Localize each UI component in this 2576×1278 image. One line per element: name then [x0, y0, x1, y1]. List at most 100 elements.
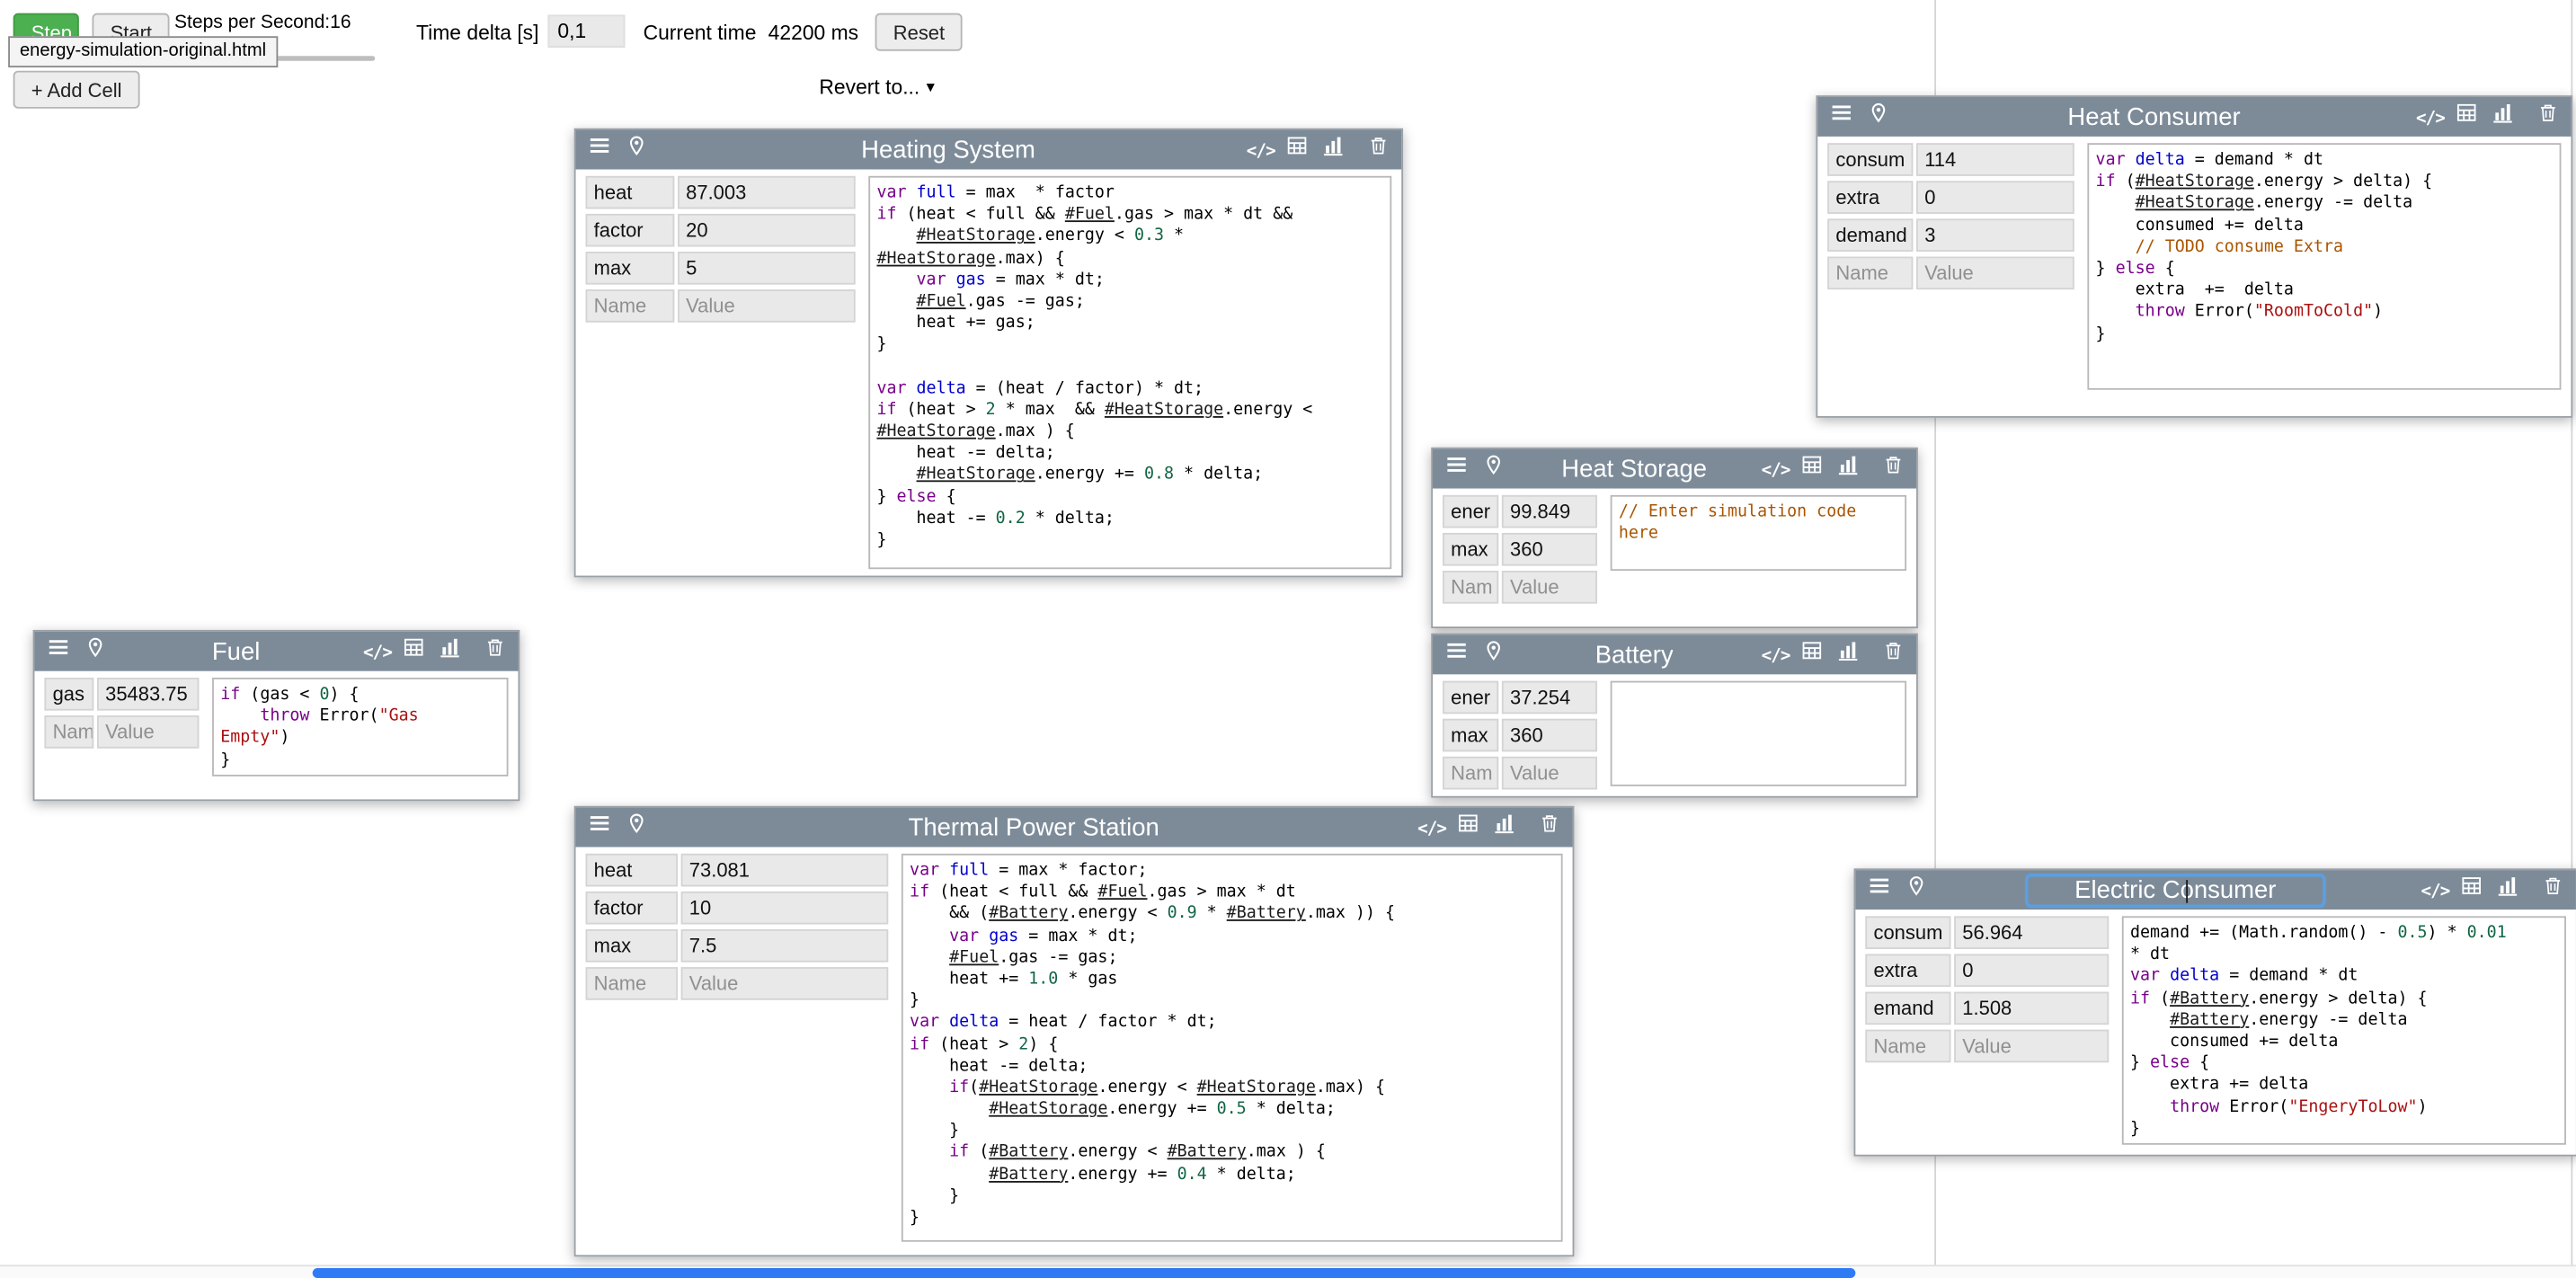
cell-menu-button[interactable] [1444, 642, 1469, 668]
code-editor[interactable]: demand += (Math.random() - 0.5) * 0.01* … [2122, 916, 2566, 1144]
variable-value-input[interactable]: 360 [1502, 719, 1597, 752]
code-view-button[interactable]: </> [1763, 456, 1788, 482]
variable-value-input[interactable]: Value [681, 967, 889, 1000]
delete-cell-button[interactable] [2540, 876, 2564, 902]
variable-name-input[interactable]: Nam [44, 715, 93, 749]
chart-view-button[interactable] [438, 638, 462, 664]
delete-cell-button[interactable] [1880, 642, 1905, 668]
variable-value-input[interactable]: 7.5 [681, 929, 889, 963]
cell-title[interactable]: Thermal Power Station [909, 813, 1159, 841]
variable-value-input[interactable]: Value [1954, 1030, 2109, 1063]
cell-pin-button[interactable] [624, 814, 648, 840]
cell-header[interactable]: Electric Consumer </> [1855, 870, 2576, 910]
variable-value-input[interactable]: 37.254 [1502, 681, 1597, 714]
code-editor[interactable]: var delta = demand * dtif (#HeatStorage.… [2087, 143, 2561, 390]
variable-name-input[interactable]: max [1443, 533, 1498, 566]
variable-name-input[interactable]: ener [1443, 681, 1498, 714]
cell-title[interactable]: Battery [1595, 641, 1674, 669]
code-view-button[interactable]: </> [1419, 814, 1443, 840]
cell-menu-button[interactable] [1444, 456, 1469, 482]
horizontal-scrollbar[interactable] [0, 1265, 2576, 1278]
variable-name-input[interactable]: Name [586, 289, 675, 323]
variable-name-input[interactable]: extra [1865, 954, 1950, 987]
variable-value-input[interactable]: 0 [1916, 181, 2074, 214]
variable-name-input[interactable]: extra [1827, 181, 1913, 214]
variable-name-input[interactable]: ener [1443, 495, 1498, 528]
variable-name-input[interactable]: Name [586, 967, 678, 1000]
variable-value-input[interactable]: Value [678, 289, 856, 323]
delete-cell-button[interactable] [2535, 103, 2559, 129]
variable-value-input[interactable]: 1.508 [1954, 992, 2109, 1025]
table-view-button[interactable] [1284, 137, 1309, 163]
code-view-button[interactable]: </> [365, 638, 389, 664]
cell-pin-button[interactable] [624, 137, 648, 163]
variable-value-input[interactable]: 5 [678, 252, 856, 285]
variable-value-input[interactable]: Value [97, 715, 199, 749]
cell-header[interactable]: Fuel</> [34, 632, 518, 671]
code-view-button[interactable]: </> [2418, 103, 2442, 129]
delete-cell-button[interactable] [482, 638, 506, 664]
chart-view-button[interactable] [2495, 876, 2519, 902]
cell-title-input[interactable]: Electric Consumer [2025, 873, 2325, 907]
table-view-button[interactable] [2455, 103, 2479, 129]
variable-name-input[interactable]: consum [1865, 916, 1950, 949]
chart-view-button[interactable] [1835, 456, 1860, 482]
table-view-button[interactable] [1799, 456, 1824, 482]
code-editor[interactable]: var full = max * factorif (heat < full &… [868, 176, 1391, 569]
cell-pin-button[interactable] [1480, 642, 1505, 668]
cell-title[interactable]: Heat Consumer [2067, 102, 2240, 130]
variable-name-input[interactable]: Name [1865, 1030, 1950, 1063]
variable-value-input[interactable]: 56.964 [1954, 916, 2109, 949]
table-view-button[interactable] [402, 638, 426, 664]
cell-title[interactable]: Heat Storage [1561, 455, 1707, 483]
chart-view-button[interactable] [1835, 642, 1860, 668]
variable-value-input[interactable]: 114 [1916, 143, 2074, 176]
code-editor[interactable] [1611, 681, 1906, 786]
delete-cell-button[interactable] [1536, 814, 1560, 840]
cell-header[interactable]: Heat Storage </> [1433, 449, 1916, 489]
code-editor[interactable]: // Enter simulation codehere [1611, 495, 1906, 571]
cell-menu-button[interactable] [46, 638, 70, 664]
variable-value-input[interactable]: Value [1502, 757, 1597, 790]
cell-menu-button[interactable] [1867, 876, 1891, 902]
cell-menu-button[interactable] [587, 137, 611, 163]
cell-pin-button[interactable] [1903, 876, 1927, 902]
variable-name-input[interactable]: max [586, 929, 678, 963]
variable-name-input[interactable]: factor [586, 214, 675, 247]
variable-value-input[interactable]: 99.849 [1502, 495, 1597, 528]
code-editor[interactable]: var full = max * factor;if (heat < full … [902, 854, 1563, 1242]
variable-value-input[interactable]: 87.003 [678, 176, 856, 209]
variable-name-input[interactable]: gas [44, 678, 93, 711]
delete-cell-button[interactable] [1365, 137, 1390, 163]
variable-value-input[interactable]: 0 [1954, 954, 2109, 987]
code-view-button[interactable]: </> [1248, 137, 1273, 163]
delete-cell-button[interactable] [1880, 456, 1905, 482]
variable-name-input[interactable]: demand [1827, 218, 1913, 252]
variable-value-input[interactable]: Value [1916, 256, 2074, 289]
cell-pin-button[interactable] [1480, 456, 1505, 482]
variable-name-input[interactable]: heat [586, 176, 675, 209]
variable-name-input[interactable]: factor [586, 892, 678, 925]
cell-header[interactable]: Thermal Power Station </> [576, 808, 1573, 848]
cell-pin-button[interactable] [83, 638, 107, 664]
variable-value-input[interactable]: 360 [1502, 533, 1597, 566]
chart-view-button[interactable] [1321, 137, 1346, 163]
cell-pin-button[interactable] [1865, 103, 1889, 129]
cell-menu-button[interactable] [1829, 103, 1853, 129]
cell-header[interactable]: Battery </> [1433, 635, 1916, 674]
variable-name-input[interactable]: max [1443, 719, 1498, 752]
code-editor[interactable]: if (gas < 0) { throw Error("GasEmpty")} [212, 678, 508, 777]
variable-name-input[interactable]: max [586, 252, 675, 285]
chart-view-button[interactable] [2491, 103, 2515, 129]
cell-title[interactable]: Heating System [861, 136, 1035, 164]
variable-value-input[interactable]: 73.081 [681, 854, 889, 887]
cell-header[interactable]: Heat Consumer </> [1817, 97, 2571, 137]
variable-value-input[interactable]: 20 [678, 214, 856, 247]
table-view-button[interactable] [1456, 814, 1480, 840]
code-view-button[interactable]: </> [2423, 876, 2447, 902]
variable-name-input[interactable]: Nam [1443, 571, 1498, 604]
variable-name-input[interactable]: heat [586, 854, 678, 887]
variable-name-input[interactable]: consum [1827, 143, 1913, 176]
code-view-button[interactable]: </> [1763, 642, 1788, 668]
cell-header[interactable]: Heating System </> [576, 130, 1402, 170]
